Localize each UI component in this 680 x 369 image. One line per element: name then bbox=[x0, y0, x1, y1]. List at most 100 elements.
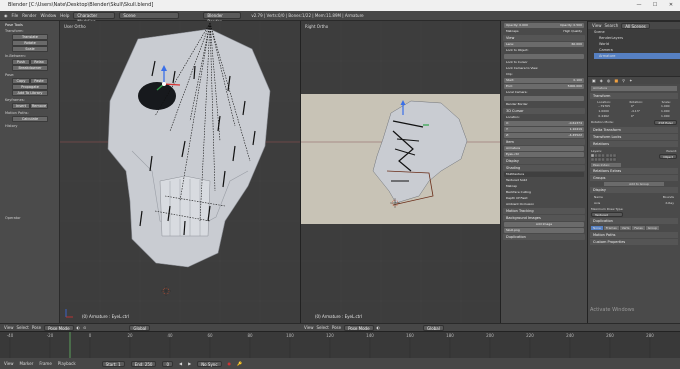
timeline-frame-menu[interactable]: Frame bbox=[39, 361, 51, 366]
backface-check[interactable]: Backface Culling bbox=[506, 190, 531, 195]
pivot-icon[interactable]: ⊙ bbox=[83, 325, 86, 330]
name-check[interactable]: Name bbox=[594, 195, 603, 199]
shading-mode-select[interactable]: Multitexture bbox=[506, 172, 524, 177]
add-library-button[interactable]: Add To Library bbox=[12, 90, 48, 96]
outliner-view-menu[interactable]: View bbox=[592, 23, 602, 28]
object-tab-icon[interactable]: ■ bbox=[614, 78, 618, 83]
data-tab-icon[interactable]: ✦ bbox=[629, 78, 632, 83]
add-to-group-button[interactable]: Add to Group bbox=[604, 182, 664, 186]
layer-grid[interactable] bbox=[591, 154, 619, 162]
object-name-field[interactable]: Armature bbox=[591, 86, 677, 91]
shading-icon[interactable]: ◐ bbox=[77, 325, 81, 330]
pose-menu-left[interactable]: Pose bbox=[32, 325, 41, 330]
outliner-search-menu[interactable]: Search bbox=[605, 23, 619, 28]
outliner-item-selected[interactable]: Armature bbox=[594, 53, 680, 59]
shading-section[interactable]: Shading bbox=[503, 165, 585, 171]
mode-select-left[interactable]: Pose Mode bbox=[44, 324, 74, 331]
scale-z[interactable]: 1.000 bbox=[661, 114, 670, 119]
menu-render[interactable]: Render bbox=[22, 13, 36, 18]
display-section[interactable]: Display bbox=[503, 158, 585, 164]
bg-images-section[interactable]: Background Images bbox=[503, 215, 585, 221]
add-image-button[interactable]: Add Image bbox=[536, 222, 552, 227]
dup-none-tab[interactable]: None bbox=[591, 226, 603, 230]
start-frame-field[interactable]: Start: 1 bbox=[101, 360, 125, 367]
timeline-marker-menu[interactable]: Marker bbox=[20, 361, 34, 366]
clip-end-value[interactable]: 5000.000 bbox=[568, 84, 582, 89]
view-menu-right[interactable]: View bbox=[304, 325, 314, 330]
dup-group-tab[interactable]: Group bbox=[645, 226, 659, 230]
pose-menu-right[interactable]: Pose bbox=[332, 325, 341, 330]
select-menu-left[interactable]: Select bbox=[17, 325, 29, 330]
transform-locks-section[interactable]: Transform Locks bbox=[590, 134, 678, 140]
loc-z[interactable]: 0.4462 bbox=[598, 114, 610, 119]
lock-camera-check[interactable]: Lock Camera to View bbox=[506, 66, 538, 71]
high-quality-check[interactable]: High Quality bbox=[563, 29, 582, 34]
operator-panel[interactable]: Operator bbox=[5, 216, 59, 220]
rot-z[interactable]: 0° bbox=[631, 114, 640, 119]
scale-button[interactable]: Scale bbox=[12, 46, 48, 52]
scene-tab-icon[interactable]: ◈ bbox=[600, 78, 603, 83]
view-section[interactable]: View bbox=[503, 35, 585, 41]
menu-file[interactable]: File bbox=[12, 13, 19, 18]
bounds-check[interactable]: Bounds bbox=[663, 195, 674, 199]
workspace-select[interactable]: Character Modeling bbox=[73, 12, 116, 24]
timeline-view-menu[interactable]: View bbox=[4, 361, 14, 366]
render-tab-icon[interactable]: ▣ bbox=[592, 78, 596, 83]
close-button[interactable]: ✕ bbox=[664, 0, 678, 11]
dof-check[interactable]: Depth Of Field bbox=[506, 196, 527, 201]
history-panel[interactable]: History bbox=[5, 124, 59, 128]
custom-properties-section[interactable]: Custom Properties bbox=[590, 239, 678, 245]
render-border-check[interactable]: Render Border bbox=[506, 102, 528, 107]
outliner-filter-select[interactable]: All Scenes bbox=[621, 22, 650, 29]
dup-frames-tab[interactable]: Frames bbox=[603, 226, 619, 230]
maximize-button[interactable]: ☐ bbox=[648, 0, 662, 11]
play-icon[interactable]: ▶ bbox=[188, 361, 191, 366]
play-reverse-icon[interactable]: ◀ bbox=[179, 361, 182, 366]
constraint-tab-icon[interactable]: ⚲ bbox=[622, 78, 625, 83]
viewport-user-ortho[interactable]: User Ortho (0) Armature : EyeL.ctrl bbox=[60, 21, 300, 323]
matcap2-check[interactable]: Matcap bbox=[506, 184, 517, 189]
shading-icon[interactable]: ◐ bbox=[377, 325, 381, 330]
world-tab-icon[interactable]: ◍ bbox=[607, 78, 611, 83]
relations-extras-section[interactable]: Relations Extras bbox=[590, 168, 678, 174]
cursor-z-value[interactable]: -4.45522 bbox=[569, 133, 583, 138]
pass-index-field[interactable]: Pass Index: bbox=[591, 163, 621, 167]
calculate-button[interactable]: Calculate bbox=[12, 116, 48, 122]
ao-check[interactable]: Ambient Occlusion bbox=[506, 202, 534, 207]
view-menu-left[interactable]: View bbox=[4, 325, 14, 330]
item-section[interactable]: Item bbox=[503, 139, 585, 145]
orientation-select-left[interactable]: Global bbox=[129, 324, 151, 331]
motion-paths-section[interactable]: Motion Paths bbox=[590, 232, 678, 238]
duplication-section-2[interactable]: Duplication bbox=[590, 218, 678, 224]
clip-start-value[interactable]: 0.100 bbox=[573, 78, 582, 83]
item-armature-field[interactable]: Armature bbox=[506, 146, 520, 151]
cursor-section[interactable]: 3D Cursor bbox=[503, 108, 585, 114]
cursor-y-value[interactable]: 1.10419 bbox=[570, 127, 582, 132]
lens-value[interactable]: 60.000 bbox=[572, 42, 583, 47]
display-section-2[interactable]: Display bbox=[590, 187, 678, 193]
keying-set-icon[interactable]: 🔑 bbox=[237, 361, 242, 366]
relations-section[interactable]: Relations bbox=[590, 141, 678, 147]
max-draw-select[interactable]: Textured bbox=[591, 212, 623, 217]
remove-key-button[interactable]: Remove bbox=[30, 103, 48, 109]
duplication-section[interactable]: Duplication bbox=[503, 234, 585, 240]
motion-tracking-section[interactable]: Motion Tracking bbox=[503, 208, 585, 214]
timeline-playback-menu[interactable]: Playback bbox=[58, 361, 76, 366]
mode-select-right[interactable]: Pose Mode bbox=[344, 324, 374, 331]
opacity-field[interactable]: Opacity: 0.000 bbox=[506, 23, 528, 28]
item-bone-field[interactable]: EyeL.ctrl bbox=[506, 152, 519, 157]
lock-cursor-check[interactable]: Lock to Cursor bbox=[506, 60, 528, 65]
orientation-select-right[interactable]: Global bbox=[423, 324, 444, 331]
minimize-button[interactable]: — bbox=[632, 0, 646, 11]
insert-key-button[interactable]: Insert bbox=[12, 103, 30, 109]
timeline[interactable]: -40 -20 0 20 40 60 80 100 120 140 160 180 200 220 240 2… bbox=[0, 331, 680, 359]
dup-verts-tab[interactable]: Verts bbox=[619, 226, 632, 230]
blender-logo-icon[interactable]: ◉ bbox=[4, 13, 8, 18]
image-file-field[interactable]: Skull.png bbox=[506, 228, 520, 233]
xray-check[interactable]: X-Ray bbox=[665, 201, 674, 205]
current-frame-field[interactable]: 0 bbox=[162, 360, 174, 367]
rotation-mode-select[interactable]: XYZ Euler bbox=[654, 120, 677, 125]
end-frame-field[interactable]: End: 250 bbox=[130, 360, 157, 367]
delta-section[interactable]: Delta Transform bbox=[590, 127, 678, 133]
dup-faces-tab[interactable]: Faces bbox=[632, 226, 645, 230]
